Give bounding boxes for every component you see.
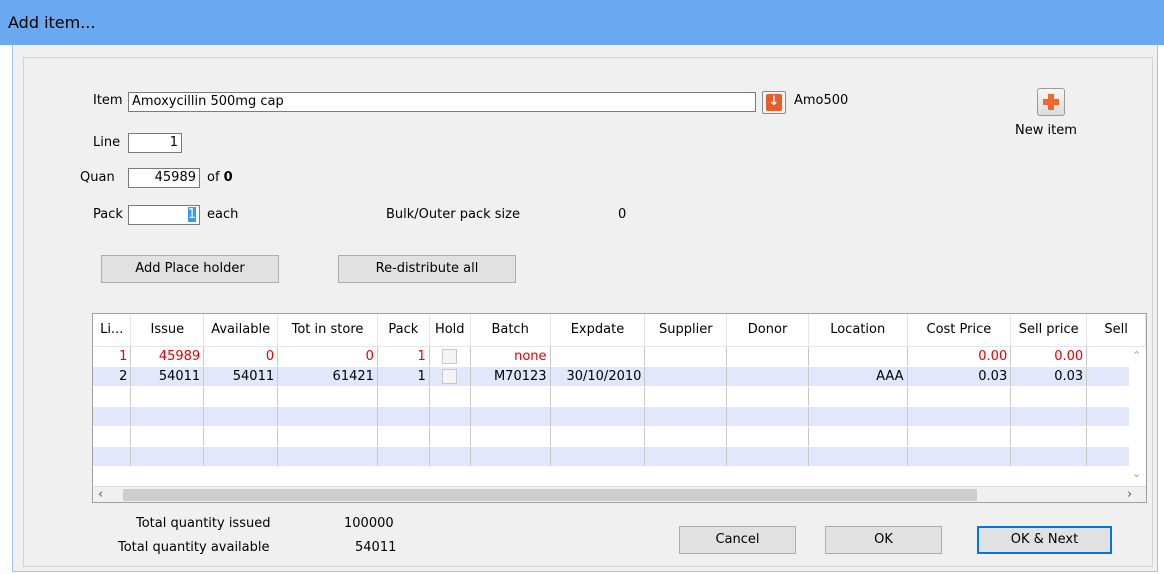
empty-row: [93, 446, 1146, 467]
bulk-pack-label: Bulk/Outer pack size: [386, 207, 520, 222]
col-header[interactable]: Sell: [1086, 314, 1146, 347]
cell-supplier: [644, 346, 728, 367]
table-row[interactable]: 1 45989 0 0 1 none 0.00 0.00: [93, 346, 1146, 367]
pack-value: 1: [187, 207, 196, 222]
cell-pack: 1: [377, 346, 430, 367]
cell-tot-in-store: 0: [277, 346, 378, 367]
bulk-pack-value: 0: [618, 207, 627, 222]
dialog-window: Item Amoxycillin 500mg cap ↓ Amo500 New …: [12, 45, 1158, 572]
batch-grid[interactable]: Li... Issue Available Tot in store Pack …: [92, 313, 1147, 503]
cell-location: [808, 346, 908, 367]
col-header[interactable]: Expdate: [550, 314, 646, 347]
item-input[interactable]: Amoxycillin 500mg cap: [128, 92, 756, 112]
ok-button[interactable]: OK: [825, 526, 942, 554]
pack-unit: each: [207, 207, 239, 222]
cell-batch: M70123: [470, 366, 551, 387]
pack-input[interactable]: 1: [128, 205, 200, 225]
item-dropdown-button[interactable]: ↓: [762, 91, 786, 114]
quan-input[interactable]: 45989: [128, 168, 200, 188]
scroll-down-icon[interactable]: ⌄: [1132, 467, 1141, 480]
cell-pack: 1: [377, 366, 430, 387]
cell-issue[interactable]: 54011: [130, 366, 205, 387]
cell-batch: none: [470, 346, 551, 367]
empty-row: [93, 406, 1146, 427]
cancel-button[interactable]: Cancel: [679, 526, 796, 554]
col-header[interactable]: Cost Price: [907, 314, 1012, 347]
table-row[interactable]: 2 54011 54011 61421 1 M70123 30/10/2010 …: [93, 366, 1146, 387]
line-input[interactable]: 1: [128, 133, 182, 153]
item-code: Amo500: [794, 93, 849, 108]
cell-available: 54011: [203, 366, 279, 387]
cell-cost-price: 0.00: [907, 346, 1012, 367]
scroll-up-icon[interactable]: ⌃: [1132, 349, 1141, 362]
cell-donor: [726, 346, 809, 367]
item-label: Item: [93, 93, 123, 108]
scroll-thumb[interactable]: [123, 489, 977, 501]
redistribute-all-button[interactable]: Re-distribute all: [338, 255, 516, 283]
col-header[interactable]: Available: [203, 314, 279, 347]
add-place-holder-button[interactable]: Add Place holder: [101, 255, 279, 283]
col-header[interactable]: Batch: [470, 314, 551, 347]
empty-row: [93, 426, 1146, 447]
cell-expdate: 30/10/2010: [550, 366, 646, 387]
cell-available: 0: [203, 346, 279, 367]
plus-icon[interactable]: [1037, 88, 1065, 116]
total-issued-label: Total quantity issued: [136, 516, 271, 531]
ok-next-button[interactable]: OK & Next: [977, 526, 1112, 554]
cell-line: 1: [93, 346, 132, 367]
title-bar: Add item...: [0, 0, 1164, 45]
vertical-scrollbar[interactable]: ⌃ ⌄: [1129, 347, 1146, 486]
scroll-left-icon[interactable]: ‹: [98, 487, 103, 502]
cell-location: AAA: [808, 366, 908, 387]
total-issued-value: 100000: [344, 516, 394, 531]
new-item-label[interactable]: New item: [1015, 123, 1077, 138]
col-header[interactable]: Issue: [130, 314, 205, 347]
col-header[interactable]: Sell price: [1010, 314, 1088, 347]
col-header[interactable]: Pack: [377, 314, 430, 347]
cell-cost-price: 0.03: [907, 366, 1012, 387]
pack-label: Pack: [93, 207, 123, 222]
empty-row: [93, 386, 1146, 407]
total-available-label: Total quantity available: [118, 540, 270, 555]
cell-issue[interactable]: 45989: [130, 346, 205, 367]
cell-sell-price: 0.00: [1010, 346, 1088, 367]
horizontal-scrollbar[interactable]: ‹ ›: [93, 486, 1146, 502]
cell-hold: [429, 366, 471, 387]
batch-table: Li... Issue Available Tot in store Pack …: [93, 314, 1146, 467]
cell-expdate: [550, 346, 646, 367]
hold-checkbox[interactable]: [442, 368, 458, 384]
col-header[interactable]: Location: [808, 314, 908, 347]
col-header[interactable]: Donor: [726, 314, 809, 347]
cell-donor: [726, 366, 809, 387]
table-header: Li... Issue Available Tot in store Pack …: [93, 314, 1146, 347]
col-header[interactable]: Supplier: [644, 314, 728, 347]
quan-label: Quan: [80, 170, 115, 185]
col-header[interactable]: Tot in store: [277, 314, 378, 347]
cell-sell-price: 0.03: [1010, 366, 1088, 387]
line-label: Line: [93, 135, 121, 150]
col-header[interactable]: Li...: [93, 314, 132, 347]
quan-available-value: 0: [223, 170, 233, 185]
cell-line: 2: [93, 366, 132, 387]
col-header[interactable]: Hold: [429, 314, 471, 347]
arrow-down-icon: ↓: [766, 94, 782, 111]
cell-supplier: [644, 366, 728, 387]
cell-tot-in-store: 61421: [277, 366, 378, 387]
hold-checkbox[interactable]: [442, 348, 458, 364]
cell-hold: [429, 346, 471, 367]
form-panel: Item Amoxycillin 500mg cap ↓ Amo500 New …: [23, 57, 1153, 567]
quan-of-label: of 0: [207, 170, 233, 185]
window-title: Add item...: [8, 13, 96, 32]
total-available-value: 54011: [355, 540, 397, 555]
scroll-right-icon[interactable]: ›: [1127, 487, 1132, 502]
